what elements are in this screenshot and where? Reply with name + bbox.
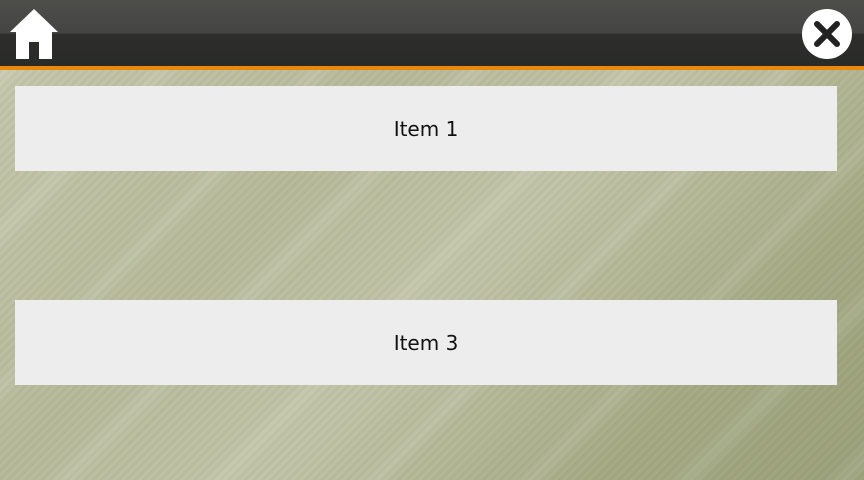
list-item-3[interactable]: Item 3 <box>15 300 837 385</box>
close-icon <box>814 21 840 47</box>
list-item-label: Item 3 <box>393 330 459 355</box>
list-item-1[interactable]: Item 1 <box>15 86 837 171</box>
home-button[interactable] <box>6 6 62 62</box>
close-button[interactable] <box>802 9 852 59</box>
app-screen: Item 1 Item 3 <box>0 0 864 480</box>
list-item-label: Item 1 <box>393 116 459 141</box>
top-bar <box>0 0 864 70</box>
home-icon <box>10 9 58 59</box>
